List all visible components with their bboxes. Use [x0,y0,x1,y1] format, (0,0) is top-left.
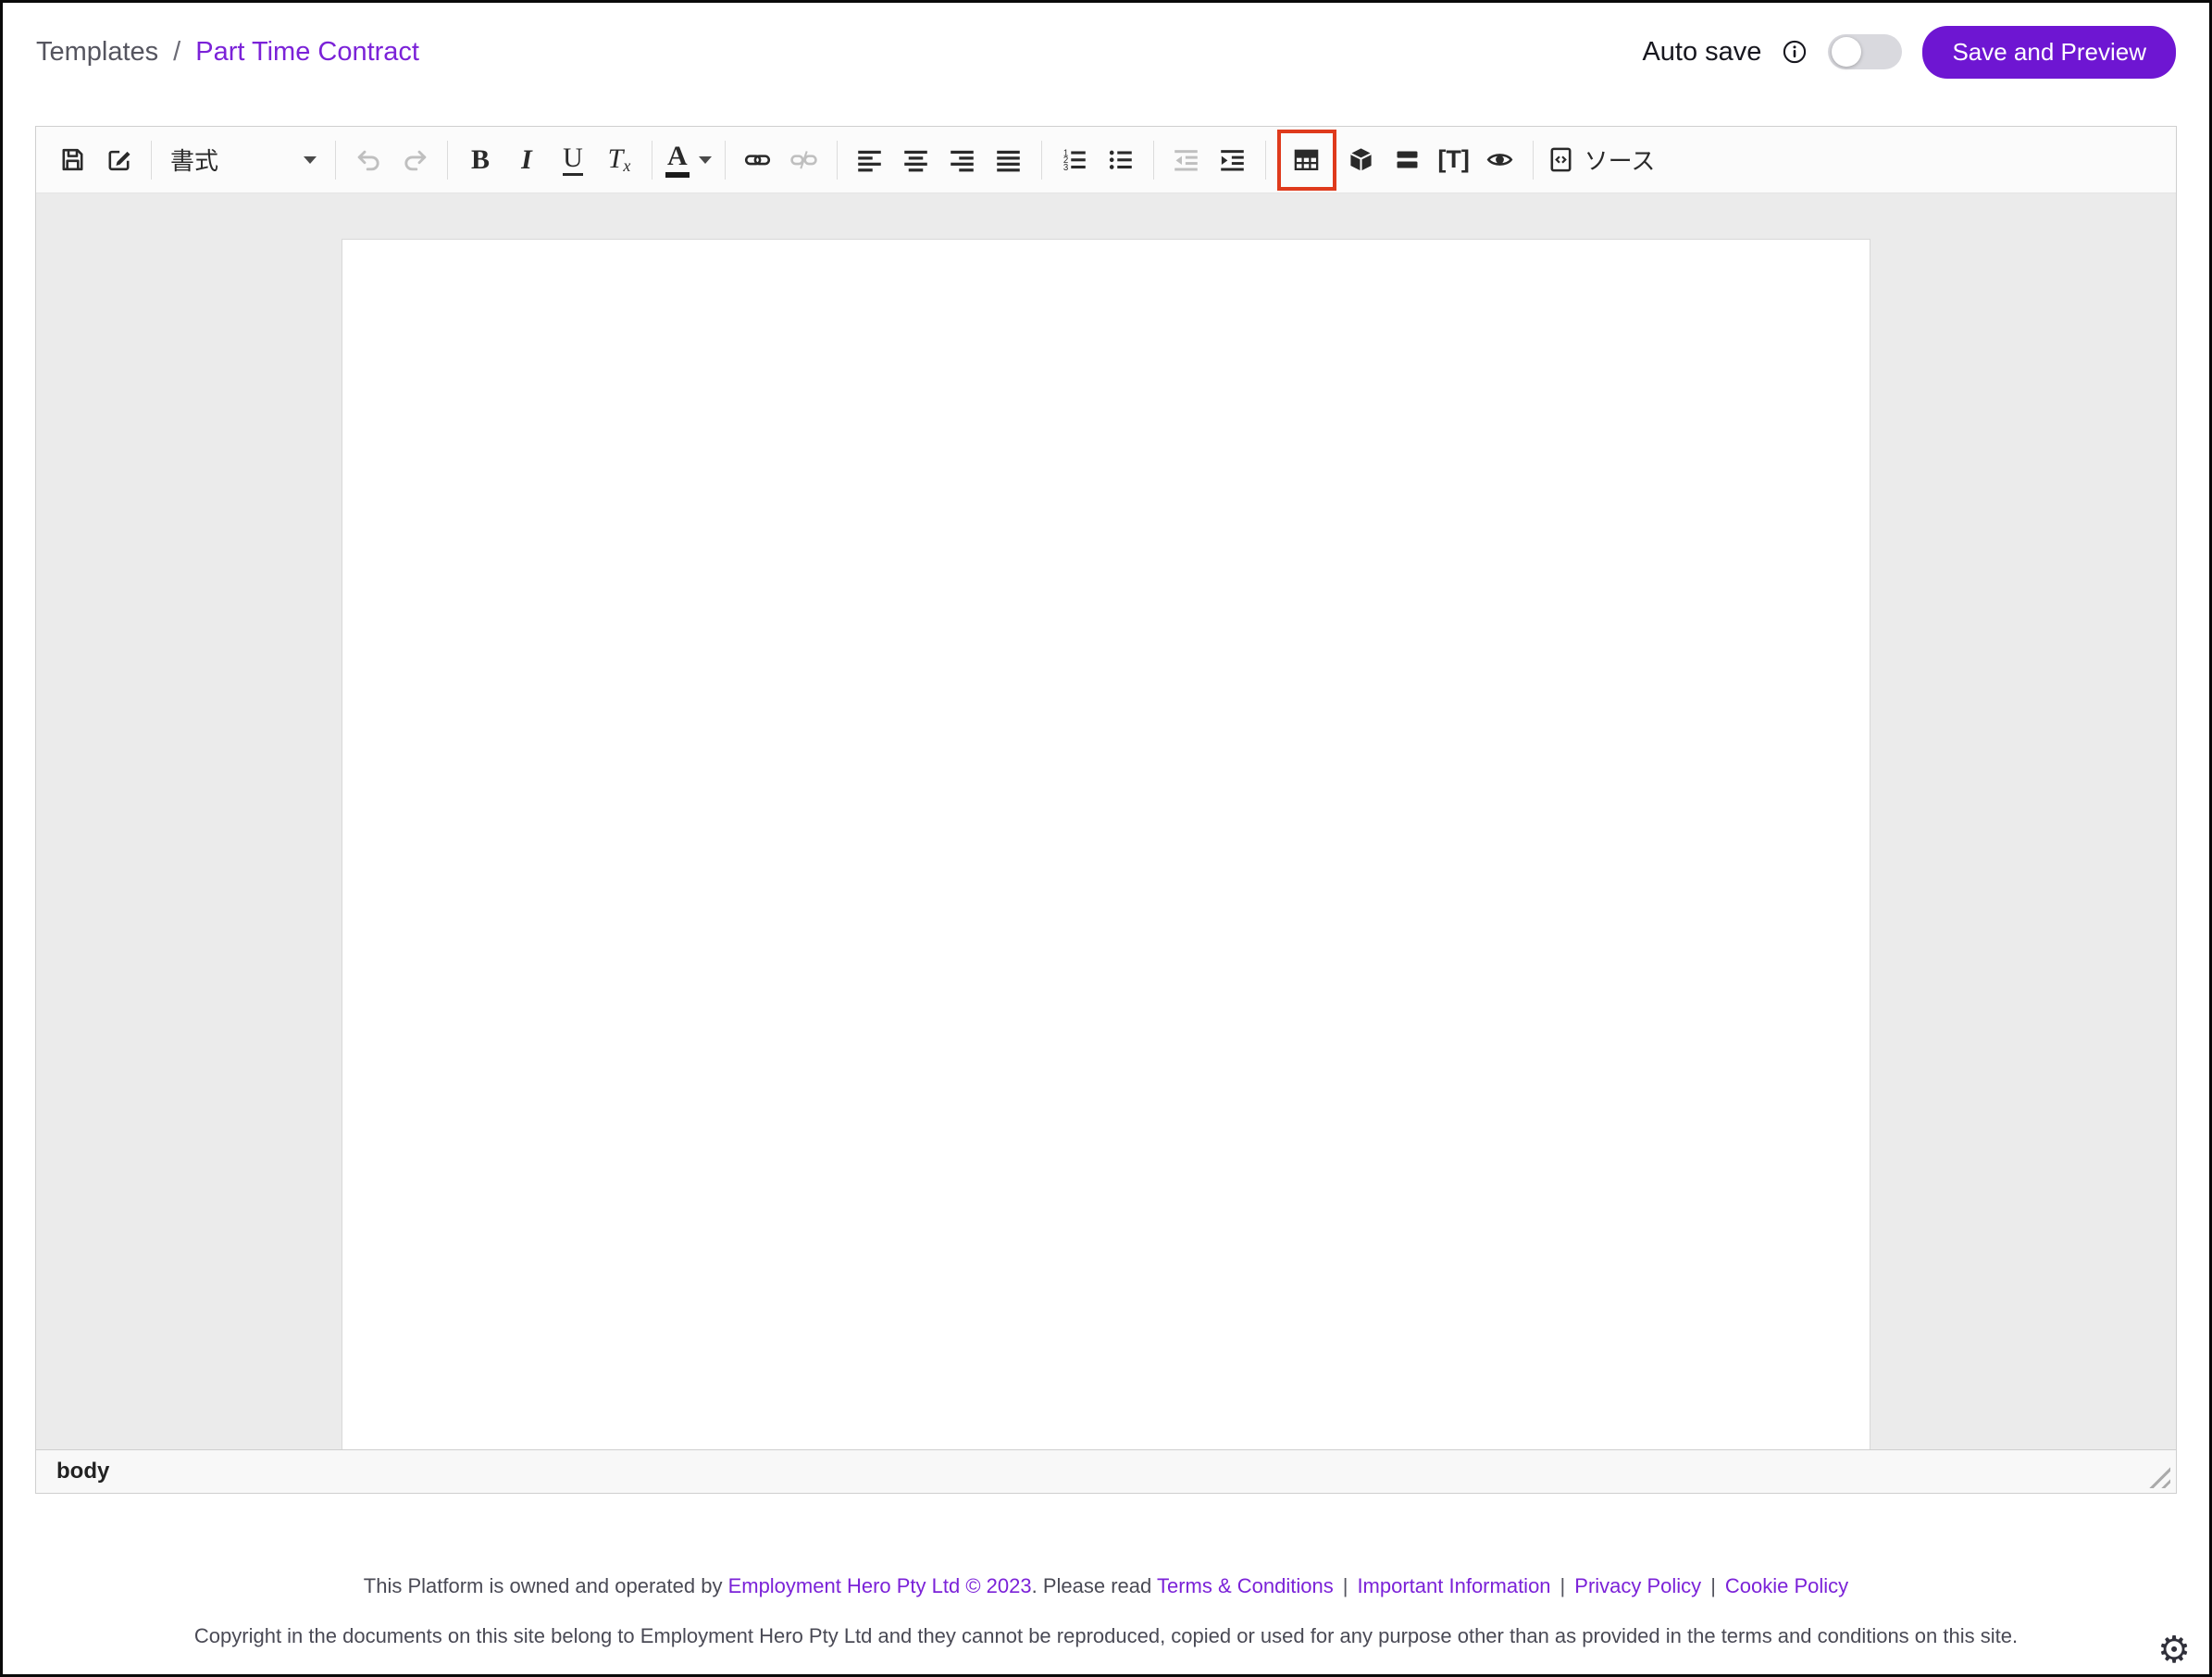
autosave-label: Auto save [1642,37,1761,68]
increase-indent-button[interactable] [1210,133,1256,187]
table-icon [1292,145,1321,174]
info-icon[interactable] [1782,39,1808,65]
toggle-knob [1832,37,1861,67]
floppy-save-icon [58,145,87,174]
table-button-highlight [1277,130,1336,191]
remove-format-icon: Tx [608,145,631,174]
rich-text-editor: 書式 B I [35,126,2177,1494]
edit-pencil-icon [105,145,133,174]
element-path-bar: body [36,1449,2176,1493]
source-code-icon [1547,145,1575,174]
toolbar-separator [837,141,838,180]
breadcrumb-separator: / [173,37,180,68]
resize-grip[interactable] [2148,1466,2170,1488]
company-link[interactable]: Employment Hero Pty Ltd © 2023 [728,1574,1032,1597]
bulleted-list-icon [1106,145,1135,174]
format-dropdown-label: 書式 [170,143,218,177]
editor-content-area [36,193,2176,1449]
eye-icon [1485,145,1514,174]
cube-icon [1347,145,1375,174]
terms-conditions-link[interactable]: Terms & Conditions [1157,1574,1334,1597]
redo-arrow-icon [401,145,429,174]
footer-divider: | [1343,1574,1348,1597]
source-button[interactable]: ソース [1543,133,1659,187]
toolbar-separator [151,141,152,180]
undo-button [345,133,391,187]
underline-icon: U [563,144,583,176]
align-right-icon [948,145,976,174]
align-left-button[interactable] [847,133,893,187]
breadcrumb-templates-link[interactable]: Templates [36,37,158,68]
top-bar: Templates / Part Time Contract Auto save… [3,3,2209,101]
footer-divider: | [1560,1574,1566,1597]
autosave-toggle[interactable] [1828,34,1902,69]
toolbar-separator [1265,141,1266,180]
text-color-button[interactable]: A [662,133,715,187]
cookie-policy-link[interactable]: Cookie Policy [1725,1574,1848,1597]
format-style-dropdown[interactable]: 書式 [161,133,326,187]
insert-link-button[interactable] [735,133,781,187]
breadcrumb-current-page: Part Time Contract [195,37,419,68]
unlink-broken-chain-icon [789,145,818,174]
preview-button[interactable] [1477,133,1523,187]
important-information-link[interactable]: Important Information [1357,1574,1550,1597]
italic-icon: I [521,146,532,174]
toolbar-separator [1153,141,1154,180]
link-chain-icon [743,145,772,174]
decrease-indent-button [1163,133,1210,187]
underline-button[interactable]: U [550,133,596,187]
indent-icon [1218,145,1247,174]
text-color-icon: A [665,143,690,178]
header-actions: Auto save Save and Preview [1642,26,2176,79]
justify-button[interactable] [986,133,1032,187]
token-icon: [T] [1437,145,1469,174]
toolbar-separator [335,141,336,180]
element-path-body[interactable]: body [56,1459,109,1484]
new-document-button[interactable] [95,133,142,187]
chevron-down-icon [699,156,712,170]
align-left-icon [855,145,884,174]
align-right-button[interactable] [939,133,986,187]
footer-legal-line: This Platform is owned and operated by E… [3,1574,2209,1598]
numbered-list-button[interactable]: 123 [1051,133,1098,187]
align-center-icon [901,145,930,174]
footer-text: This Platform is owned and operated by [364,1574,728,1597]
document-page[interactable] [342,239,1870,1449]
insert-section-button[interactable] [1385,133,1431,187]
remove-format-button[interactable]: Tx [596,133,642,187]
footer-copyright-line: Copyright in the documents on this site … [3,1624,2209,1648]
toolbar-separator [1533,141,1534,180]
bold-icon: B [471,146,490,174]
stacked-blocks-icon [1393,145,1422,174]
settings-gear-icon[interactable]: ⚙ [2157,1632,2191,1669]
undo-arrow-icon [354,145,383,174]
bold-button[interactable]: B [457,133,503,187]
footer-divider: | [1710,1574,1716,1597]
toolbar-separator [447,141,448,180]
insert-token-button[interactable]: [T] [1431,133,1477,187]
svg-text:3: 3 [1063,163,1068,173]
privacy-policy-link[interactable]: Privacy Policy [1574,1574,1701,1597]
toolbar-separator [725,141,726,180]
align-center-button[interactable] [893,133,939,187]
breadcrumb: Templates / Part Time Contract [36,37,419,68]
outdent-icon [1172,145,1200,174]
justify-icon [994,145,1023,174]
toolbar-separator [1041,141,1042,180]
insert-block-button[interactable] [1338,133,1385,187]
chevron-down-icon [304,156,317,170]
footer-text: . Please read [1032,1574,1157,1597]
bulleted-list-button[interactable] [1098,133,1144,187]
insert-table-button[interactable] [1284,133,1330,187]
unlink-button [781,133,827,187]
italic-button[interactable]: I [503,133,550,187]
source-button-label: ソース [1584,143,1656,177]
editor-toolbar: 書式 B I [36,127,2176,193]
save-document-button[interactable] [49,133,95,187]
redo-button [391,133,438,187]
numbered-list-icon: 123 [1060,145,1088,174]
save-and-preview-button[interactable]: Save and Preview [1922,26,2176,79]
